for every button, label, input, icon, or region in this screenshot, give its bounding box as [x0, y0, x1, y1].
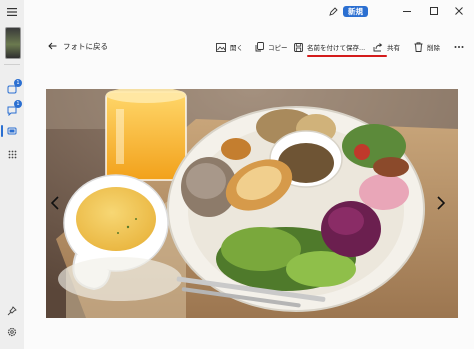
photo-viewer: 新規 フォトに戻る 開く コピー 名前を付けて保存... 共有 削除	[24, 0, 474, 349]
back-arrow-icon	[48, 42, 57, 50]
back-to-photos-button[interactable]: フォトに戻る	[48, 38, 108, 54]
save-as-button[interactable]: 名前を付けて保存...	[293, 40, 365, 54]
more-dots-icon	[454, 46, 464, 48]
save-as-highlight	[307, 55, 387, 57]
photo-thumbnail[interactable]	[5, 27, 21, 59]
chevron-right-icon	[437, 196, 445, 210]
save-icon	[293, 42, 303, 52]
pin-icon	[7, 306, 17, 316]
copy-icon	[255, 42, 264, 52]
notifications-button[interactable]: 1	[4, 79, 22, 98]
apps-button[interactable]	[4, 146, 20, 162]
new-button-label: 新規	[343, 5, 368, 17]
new-button[interactable]: 新規	[343, 3, 368, 19]
gallery-button[interactable]	[4, 123, 20, 139]
close-icon	[455, 7, 463, 15]
share-icon	[373, 42, 383, 51]
apps-grid-icon	[8, 150, 16, 158]
left-sidebar: 1 1	[0, 0, 25, 349]
hamburger-menu-button[interactable]	[4, 4, 20, 20]
open-image-icon	[216, 42, 226, 52]
chat-badge: 1	[14, 100, 22, 108]
previous-photo-button[interactable]	[48, 193, 62, 213]
copy-label: コピー	[268, 44, 288, 52]
gallery-icon	[7, 127, 17, 135]
chevron-left-icon	[51, 196, 59, 210]
close-button[interactable]	[452, 3, 466, 19]
food-photo-image	[46, 89, 458, 318]
maximize-button[interactable]	[427, 3, 441, 19]
hamburger-icon	[7, 8, 17, 16]
settings-icon	[7, 327, 17, 337]
chat-button[interactable]: 1	[4, 100, 22, 119]
title-bar: 新規	[24, 0, 474, 22]
main-photo	[46, 89, 458, 318]
share-label: 共有	[387, 44, 400, 52]
minimize-button[interactable]	[400, 3, 414, 19]
delete-label: 削除	[427, 44, 440, 52]
divider	[4, 64, 20, 65]
settings-button[interactable]	[4, 324, 20, 340]
next-photo-button[interactable]	[434, 193, 448, 213]
share-button[interactable]: 共有	[373, 40, 400, 54]
more-options-button[interactable]	[454, 40, 464, 54]
edit-button[interactable]	[326, 3, 340, 19]
save-as-label: 名前を付けて保存...	[307, 44, 366, 52]
minimize-icon	[403, 11, 411, 12]
open-button[interactable]: 開く	[216, 40, 243, 54]
maximize-icon	[430, 7, 438, 15]
trash-icon	[414, 42, 422, 52]
active-indicator	[1, 125, 3, 137]
pencil-icon	[328, 6, 338, 16]
notification-badge: 1	[14, 79, 22, 87]
copy-button[interactable]: コピー	[254, 40, 288, 54]
open-label: 開く	[230, 44, 243, 52]
pin-button[interactable]	[4, 303, 20, 319]
back-label: フォトに戻る	[63, 41, 108, 51]
delete-button[interactable]: 削除	[413, 40, 440, 54]
